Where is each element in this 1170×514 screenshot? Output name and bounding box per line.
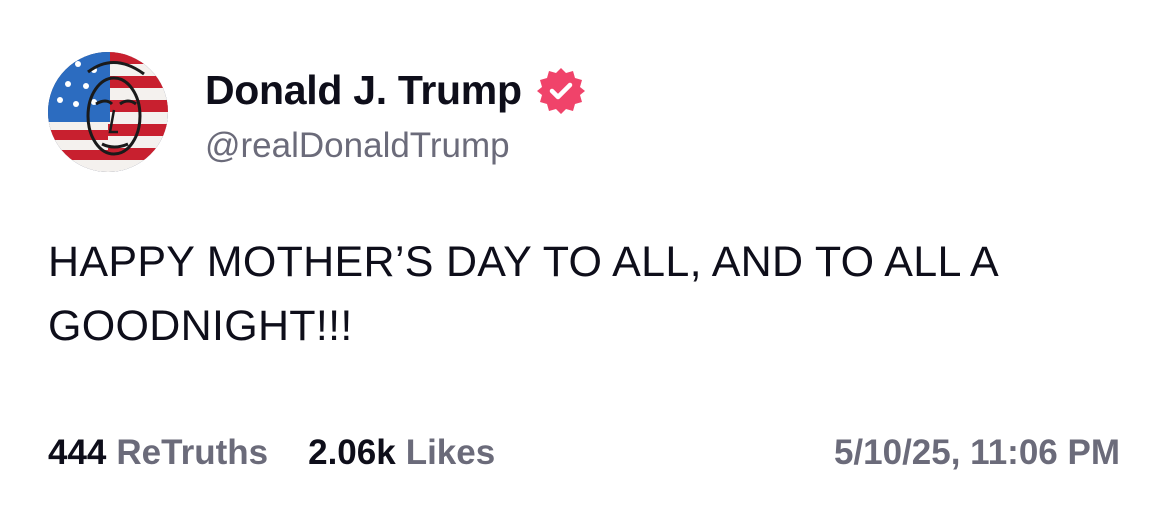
likes-count: 2.06k — [308, 433, 396, 472]
post-stats: 444 ReTruths 2.06k Likes — [48, 433, 535, 473]
likes-stat[interactable]: 2.06k Likes — [308, 433, 495, 473]
author-display-name[interactable]: Donald J. Trump — [205, 67, 522, 114]
retruths-stat[interactable]: 444 ReTruths — [48, 433, 268, 473]
likes-label: Likes — [405, 433, 496, 472]
retruths-count: 444 — [48, 433, 107, 472]
post-timestamp: 5/10/25, 11:06 PM — [833, 433, 1120, 472]
author-handle[interactable]: @realDonaldTrump — [205, 126, 510, 166]
author-name-row: Donald J. Trump — [205, 64, 586, 116]
truth-post: Donald J. Trump @realDonaldTrump HAPPY M… — [0, 0, 1170, 514]
retruths-label: ReTruths — [116, 433, 269, 472]
author-avatar[interactable] — [48, 52, 168, 172]
post-text: HAPPY MOTHER’S DAY TO ALL, AND TO ALL A … — [48, 238, 997, 350]
verified-badge-icon — [536, 66, 586, 116]
avatar-image — [48, 52, 168, 172]
